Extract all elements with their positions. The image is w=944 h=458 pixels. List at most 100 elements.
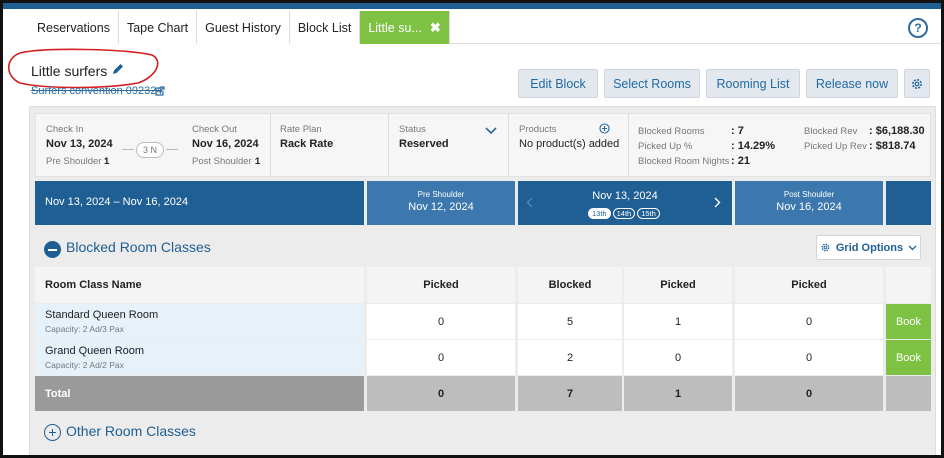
check-out-label: Check Out: [192, 124, 237, 135]
divider: [166, 149, 178, 150]
rooming-list-button[interactable]: Rooming List: [706, 69, 800, 98]
convention-link[interactable]: Surfers convention 092324: [31, 85, 162, 97]
total-pre-picked: 0: [367, 376, 515, 411]
status-label: Status: [399, 124, 426, 135]
room-class-name: Standard Queen Room: [45, 309, 159, 321]
book-button[interactable]: Book: [886, 340, 931, 375]
block-summary: Check In Nov 13, 2024 3 N Check Out Nov …: [35, 113, 931, 177]
divider: [270, 114, 271, 176]
blocked-cell[interactable]: 2: [518, 340, 622, 375]
expand-icon[interactable]: [44, 424, 61, 441]
tab-label: Little su...: [368, 20, 422, 35]
blocked-cell[interactable]: 5: [518, 304, 622, 339]
picked-up-pct-value: : 14.29%: [731, 140, 776, 152]
edit-block-button[interactable]: Edit Block: [518, 69, 598, 98]
tab-reservations[interactable]: Reservations: [29, 11, 119, 44]
picked-cell[interactable]: 0: [624, 340, 732, 375]
day-pill[interactable]: 14th: [612, 208, 636, 219]
day-selector: 13th 14th 15th: [588, 208, 660, 219]
col-header-blocked: Blocked: [518, 267, 622, 303]
blocked-room-classes-header: Blocked Room Classes Grid Options: [35, 231, 931, 267]
blocked-rev-label: Blocked Rev: [804, 126, 858, 137]
top-strip: [3, 3, 941, 9]
current-dates-header: Nov 13, 2024 13th 14th 15th: [518, 181, 732, 225]
date-range: Nov 13, 2024 – Nov 16, 2024: [45, 196, 189, 208]
pre-shoulder-header-date: Nov 12, 2024: [408, 201, 474, 213]
close-icon[interactable]: ✖: [430, 20, 441, 36]
total-blocked: 7: [518, 376, 622, 411]
pencil-icon[interactable]: [111, 62, 125, 76]
pre-shoulder-label: Pre Shoulder :: [46, 156, 107, 167]
check-in-label: Check In: [46, 124, 84, 135]
products-value: No product(s) added: [519, 138, 620, 150]
add-product-icon[interactable]: [599, 123, 610, 134]
grid-options-label: Grid Options: [835, 241, 904, 254]
picked-up-rev-label: Picked Up Rev: [804, 141, 867, 152]
tab-guest-history[interactable]: Guest History: [197, 11, 290, 44]
gear-icon: [912, 78, 922, 89]
chevron-down-icon[interactable]: [485, 127, 497, 135]
post-picked-cell[interactable]: 0: [735, 304, 883, 339]
actions-header: [886, 181, 931, 225]
col-header-picked: Picked: [624, 267, 732, 303]
col-header-post-picked: Picked: [735, 267, 883, 303]
tab-tape-chart[interactable]: Tape Chart: [118, 11, 198, 44]
picked-up-pct-label: Picked Up %: [638, 141, 693, 152]
picked-up-rev-value: : $818.74: [869, 140, 916, 152]
chevron-down-icon: [908, 245, 917, 250]
block-name: Little surfers: [31, 63, 108, 79]
help-icon[interactable]: ?: [908, 18, 928, 38]
post-shoulder-header-date: Nov 16, 2024: [776, 201, 842, 213]
tab-block-list[interactable]: Block List: [289, 11, 361, 44]
tab-little-surfers[interactable]: Little su... ✖: [360, 11, 450, 44]
grid-options-button[interactable]: Grid Options: [816, 235, 921, 260]
status-value: Reserved: [399, 138, 449, 150]
table-row: Standard Queen Room Capacity: 2 Ad/3 Pax: [35, 304, 364, 339]
book-button[interactable]: Book: [886, 304, 931, 339]
divider: [122, 149, 134, 150]
settings-button[interactable]: [904, 69, 930, 98]
current-date: Nov 13, 2024: [592, 190, 658, 202]
col-header-actions: [886, 267, 931, 303]
day-pill[interactable]: 15th: [637, 208, 660, 219]
blocked-room-classes-title[interactable]: Blocked Room Classes: [66, 239, 211, 255]
tab-bar: Reservations Tape Chart Guest History Bl…: [29, 11, 941, 44]
pre-shoulder-value: 1: [104, 156, 110, 167]
tab-label: Reservations: [37, 20, 110, 35]
products-label: Products: [519, 124, 557, 135]
release-now-button[interactable]: Release now: [806, 69, 898, 98]
pre-picked-cell[interactable]: 0: [367, 340, 515, 375]
check-out-date: Nov 16, 2024: [192, 138, 259, 150]
divider: [628, 114, 629, 176]
blocked-room-nights-label: Blocked Room Nights: [638, 156, 730, 167]
external-link-icon[interactable]: [155, 86, 165, 96]
blocked-room-nights-value: : 21: [731, 155, 750, 167]
divider: [388, 114, 389, 176]
total-actions: [886, 376, 931, 411]
room-class-name: Grand Queen Room: [45, 345, 145, 357]
chevron-right-icon[interactable]: [714, 197, 721, 208]
pre-shoulder-header-label: Pre Shoulder: [417, 190, 465, 199]
divider: [508, 114, 509, 176]
post-shoulder-label: Post Shoulder :: [192, 156, 257, 167]
other-room-classes-title[interactable]: Other Room Classes: [66, 423, 196, 439]
day-pill[interactable]: 13th: [588, 208, 611, 219]
col-header-pre-picked: Picked: [367, 267, 515, 303]
select-rooms-button[interactable]: Select Rooms: [604, 69, 700, 98]
pre-picked-cell[interactable]: 0: [367, 304, 515, 339]
nights-badge: 3 N: [136, 142, 164, 158]
total-post-picked: 0: [735, 376, 883, 411]
blocked-rooms-value: : 7: [731, 125, 744, 137]
tab-label: Guest History: [205, 20, 281, 35]
collapse-icon[interactable]: [44, 241, 61, 258]
gear-icon: [821, 243, 830, 252]
rate-plan-label: Rate Plan: [280, 124, 322, 135]
picked-cell[interactable]: 1: [624, 304, 732, 339]
room-capacity: Capacity: 2 Ad/2 Pax: [45, 360, 124, 370]
total-picked: 1: [624, 376, 732, 411]
post-picked-cell[interactable]: 0: [735, 340, 883, 375]
post-shoulder-value: 1: [255, 156, 261, 167]
app-window: Reservations Tape Chart Guest History Bl…: [0, 0, 944, 458]
table-row: Grand Queen Room Capacity: 2 Ad/2 Pax: [35, 340, 364, 375]
blocked-rev-value: : $6,188.30: [869, 125, 925, 137]
